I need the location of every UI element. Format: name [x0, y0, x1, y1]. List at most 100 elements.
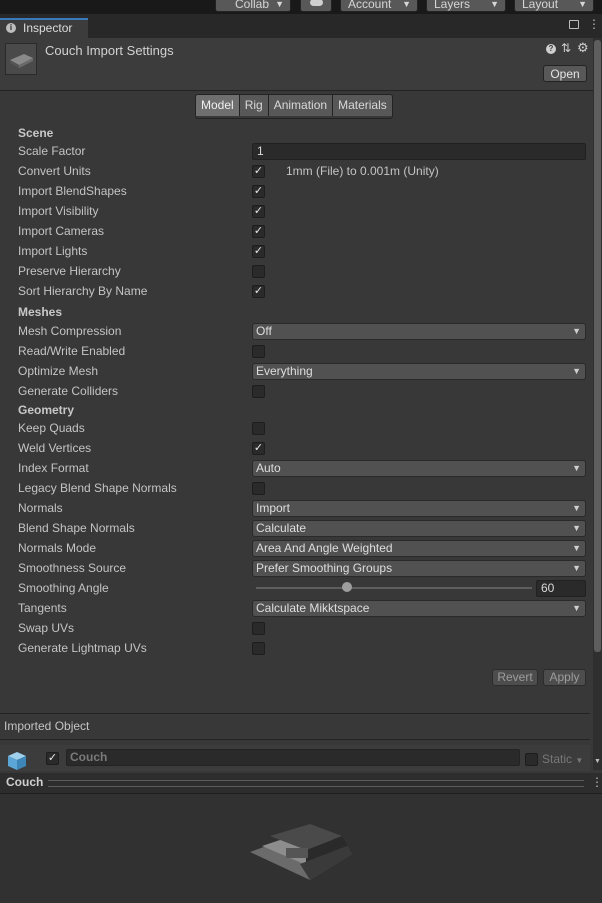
row-sort-hierarchy: Sort Hierarchy By Name ✓	[0, 281, 590, 301]
import-lights-checkbox[interactable]: ✓	[252, 245, 265, 258]
section-geometry: Geometry	[18, 403, 75, 417]
field-label: Convert Units	[18, 164, 91, 178]
open-button[interactable]: Open	[543, 65, 587, 82]
row-generate-colliders: Generate Colliders	[0, 381, 590, 401]
model-preview[interactable]	[0, 794, 602, 903]
generate-colliders-checkbox[interactable]	[252, 385, 265, 398]
import-visibility-checkbox[interactable]: ✓	[252, 205, 265, 218]
section-meshes: Meshes	[18, 305, 63, 319]
dropdown-value: Calculate Mikktspace	[256, 601, 370, 615]
couch-model-preview	[250, 824, 352, 880]
active-checkbox[interactable]: ✓	[46, 752, 59, 765]
tab-inspector[interactable]: i Inspector	[0, 18, 88, 38]
scrollbar-thumb[interactable]	[594, 40, 601, 652]
apply-button[interactable]: Apply	[543, 669, 586, 686]
normals-dropdown[interactable]: Import ▼	[252, 500, 586, 517]
help-icon[interactable]: ?	[546, 44, 556, 54]
dropdown-value: Area And Angle Weighted	[256, 541, 393, 555]
chevron-down-icon: ▼	[572, 366, 581, 376]
menu-icon[interactable]: ⋮	[591, 775, 602, 789]
imported-object-title: Imported Object	[4, 719, 90, 733]
row-import-blendshapes: Import BlendShapes ✓	[0, 181, 590, 201]
import-blendshapes-checkbox[interactable]: ✓	[252, 185, 265, 198]
chevron-down-icon: ▼	[490, 0, 499, 9]
chevron-down-icon: ▼	[575, 756, 584, 765]
field-label: Preserve Hierarchy	[18, 264, 121, 278]
field-label: Import BlendShapes	[18, 184, 127, 198]
row-normals-mode: Normals Mode Area And Angle Weighted ▼	[0, 538, 590, 558]
row-smoothing-angle: Smoothing Angle 60	[0, 578, 590, 598]
weld-vertices-checkbox[interactable]: ✓	[252, 442, 265, 455]
chevron-down-icon: ▼	[275, 0, 284, 9]
scrollbar[interactable]: ▼	[593, 38, 602, 770]
convert-units-checkbox[interactable]: ✓	[252, 165, 265, 178]
chevron-down-icon: ▼	[572, 326, 581, 336]
preview-title: Couch	[6, 775, 44, 789]
account-label: Account	[348, 0, 392, 11]
asset-title: Couch Import Settings	[45, 43, 174, 58]
top-toolbar: Collab ▼ Account ▼ Layers ▼ Layout ▼	[0, 0, 602, 14]
static-checkbox[interactable]	[525, 753, 538, 766]
import-cameras-checkbox[interactable]: ✓	[252, 225, 265, 238]
dropdown-value: Calculate	[256, 521, 307, 535]
dropdown-value: Auto	[256, 461, 281, 475]
lightmap-uvs-checkbox[interactable]	[252, 642, 265, 655]
inspector-header: Couch Import Settings ? ⇅ ⚙ Open	[0, 38, 602, 91]
dropdown-value: Prefer Smoothing Groups	[256, 561, 393, 575]
chevron-down-icon: ▼	[402, 0, 411, 9]
tab-materials[interactable]: Materials	[333, 95, 392, 116]
tab-model[interactable]: Model	[196, 95, 240, 116]
collab-button[interactable]: Collab ▼	[215, 0, 291, 12]
optimize-mesh-dropdown[interactable]: Everything ▼	[252, 363, 586, 380]
blend-shape-normals-dropdown[interactable]: Calculate ▼	[252, 520, 586, 537]
field-label: Normals Mode	[18, 541, 97, 555]
chevron-down-icon: ▼	[578, 0, 587, 9]
import-tabs: Model Rig Animation Materials	[195, 94, 393, 119]
preset-icon[interactable]: ⇅	[561, 41, 571, 55]
mesh-compression-dropdown[interactable]: Off ▼	[252, 323, 586, 340]
row-swap-uvs: Swap UVs	[0, 618, 590, 638]
smoothness-source-dropdown[interactable]: Prefer Smoothing Groups ▼	[252, 560, 586, 577]
smoothing-angle-slider[interactable]	[256, 587, 532, 589]
lock-icon[interactable]	[569, 20, 579, 29]
layout-dropdown[interactable]: Layout ▼	[514, 0, 594, 12]
preview-bar[interactable]: Couch ⋮	[0, 773, 602, 794]
row-import-visibility: Import Visibility ✓	[0, 201, 590, 221]
layout-label: Layout	[522, 0, 559, 11]
preserve-hierarchy-checkbox[interactable]	[252, 265, 265, 278]
drag-handle[interactable]	[48, 780, 584, 787]
row-blend-shape-normals: Blend Shape Normals Calculate ▼	[0, 518, 590, 538]
scale-factor-input[interactable]: 1	[252, 143, 586, 160]
layers-dropdown[interactable]: Layers ▼	[426, 0, 506, 12]
scroll-down-icon[interactable]: ▼	[594, 758, 601, 765]
field-label: Sort Hierarchy By Name	[18, 284, 148, 298]
row-lightmap-uvs: Generate Lightmap UVs	[0, 638, 590, 658]
read-write-checkbox[interactable]	[252, 345, 265, 358]
swap-uvs-checkbox[interactable]	[252, 622, 265, 635]
tab-animation[interactable]: Animation	[268, 95, 334, 116]
row-preserve-hierarchy: Preserve Hierarchy	[0, 261, 590, 281]
tab-rig[interactable]: Rig	[239, 95, 269, 116]
row-legacy-blend: Legacy Blend Shape Normals	[0, 478, 590, 498]
index-format-dropdown[interactable]: Auto ▼	[252, 460, 586, 477]
row-import-cameras: Import Cameras ✓	[0, 221, 590, 241]
smoothing-angle-input[interactable]: 60	[536, 580, 586, 597]
sort-hierarchy-checkbox[interactable]: ✓	[252, 285, 265, 298]
normals-mode-dropdown[interactable]: Area And Angle Weighted ▼	[252, 540, 586, 557]
slider-handle[interactable]	[342, 582, 352, 592]
row-tangents: Tangents Calculate Mikktspace ▼	[0, 598, 590, 618]
chevron-down-icon: ▼	[572, 603, 581, 613]
cloud-button[interactable]	[300, 0, 332, 12]
row-scale-factor: Scale Factor 1	[0, 141, 590, 161]
chevron-down-icon: ▼	[572, 463, 581, 473]
tangents-dropdown[interactable]: Calculate Mikktspace ▼	[252, 600, 586, 617]
field-label: Generate Colliders	[18, 384, 119, 398]
keep-quads-checkbox[interactable]	[252, 422, 265, 435]
field-label: Tangents	[18, 601, 67, 615]
object-name-field[interactable]: Couch	[66, 749, 520, 766]
revert-button[interactable]: Revert	[492, 669, 538, 686]
menu-icon[interactable]: ⋮	[588, 17, 600, 31]
legacy-blend-checkbox[interactable]	[252, 482, 265, 495]
gear-icon[interactable]: ⚙	[577, 40, 589, 56]
account-dropdown[interactable]: Account ▼	[340, 0, 418, 12]
